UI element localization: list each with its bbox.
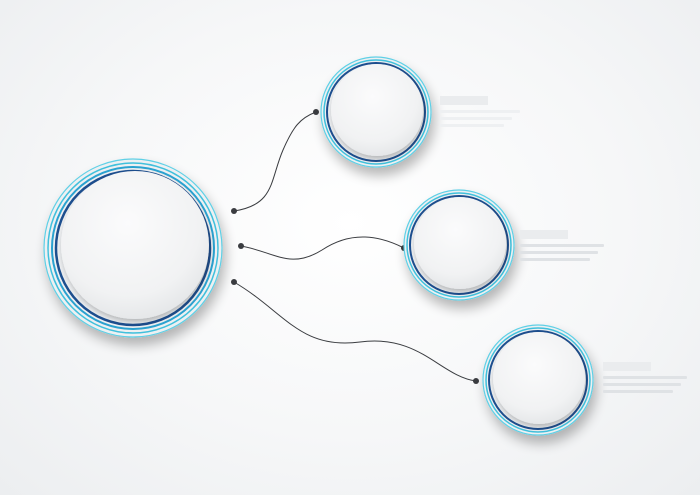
placeholder-line: [520, 244, 604, 247]
option-2-circle: [403, 189, 515, 301]
placeholder-line: [603, 390, 673, 393]
main-circle: [43, 158, 223, 338]
option-1-disc: [331, 64, 423, 156]
main-disc: [61, 171, 209, 319]
dot-option-3: [473, 378, 479, 384]
option-2-title-placeholder: [520, 230, 568, 239]
option-3-title-placeholder: [603, 362, 651, 371]
option-1-text-placeholder: [440, 96, 530, 131]
option-1-title-placeholder: [440, 96, 488, 105]
option-3-text-placeholder: [603, 362, 693, 397]
placeholder-line: [603, 383, 681, 386]
placeholder-line: [520, 258, 590, 261]
dot-main-3: [231, 279, 237, 285]
option-3-disc: [493, 332, 585, 424]
placeholder-line: [603, 376, 687, 379]
connector-main-option-1: [233, 111, 317, 212]
option-3-circle: [482, 324, 594, 436]
option-2-text-placeholder: [520, 230, 610, 265]
placeholder-line: [440, 117, 512, 120]
infographic-canvas: [0, 0, 700, 495]
dot-main-1: [231, 208, 237, 214]
dot-main-2: [238, 243, 244, 249]
placeholder-line: [440, 110, 520, 113]
dot-option-1: [313, 109, 319, 115]
connector-main-option-2: [240, 236, 405, 260]
placeholder-line: [520, 251, 598, 254]
option-1-circle: [320, 56, 432, 168]
option-2-disc: [414, 197, 506, 289]
placeholder-line: [440, 124, 504, 127]
